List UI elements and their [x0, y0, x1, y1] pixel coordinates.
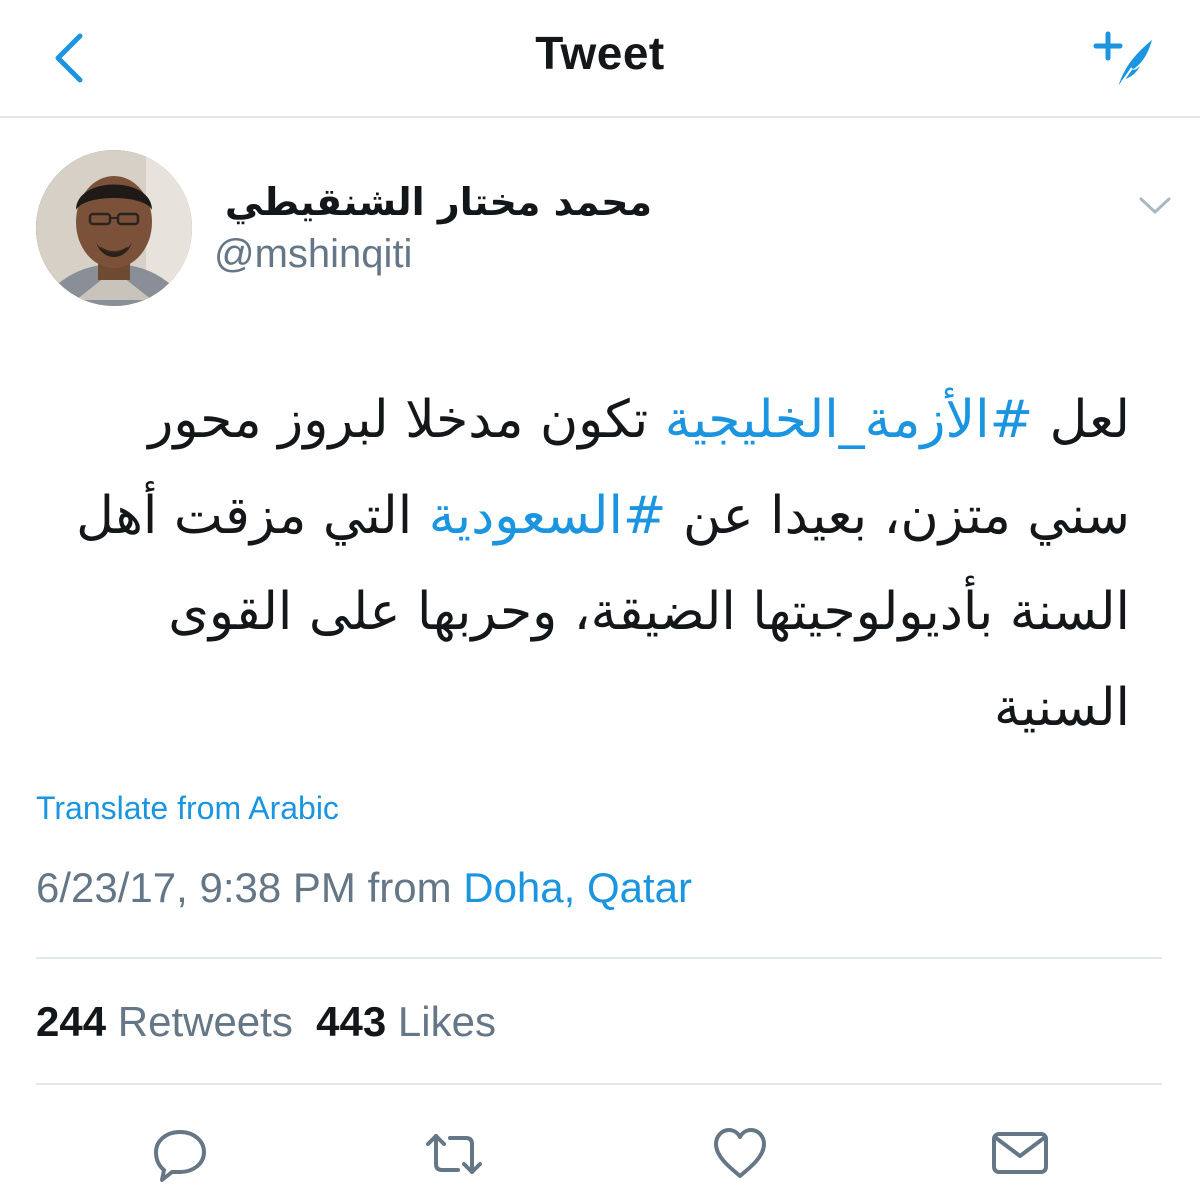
divider [36, 1083, 1162, 1085]
tweet-line: لعل #الأزمة_الخليجية تكون مدخلا لبروز مح… [36, 372, 1130, 468]
tweet-line: سني متزن، بعيدا عن #السعودية التي مزقت أ… [36, 468, 1130, 564]
retweets-label: Retweets [117, 998, 293, 1045]
from-label: from [367, 864, 452, 911]
avatar-portrait-icon [36, 150, 192, 306]
tweet-text-segment: السنية [994, 678, 1130, 738]
reply-icon[interactable] [150, 1124, 210, 1184]
translate-link[interactable]: Translate from Arabic [36, 790, 339, 827]
author-handle[interactable]: @mshinqiti [214, 232, 412, 277]
direct-message-icon[interactable] [990, 1124, 1050, 1184]
likes-stat[interactable]: 443 Likes [316, 998, 496, 1045]
hashtag-link[interactable]: #السعودية [429, 486, 667, 546]
tweet-text-segment: التي مزقت أهل [76, 486, 429, 546]
avatar[interactable] [36, 150, 192, 306]
tweet-detail-screen: Tweet محمد مختار الشنقيطي @mshinqiti لعل… [0, 0, 1200, 1200]
retweets-count: 244 [36, 998, 107, 1045]
likes-count: 443 [316, 998, 387, 1045]
retweet-icon[interactable] [424, 1124, 484, 1184]
tweet-text-segment: لعل [1033, 390, 1130, 450]
like-icon[interactable] [710, 1124, 770, 1184]
tweet-stats: 244 Retweets 443 Likes [36, 998, 496, 1046]
compose-tweet-icon[interactable] [1088, 20, 1168, 100]
author-name[interactable]: محمد مختار الشنقيطي [225, 180, 652, 224]
location-link[interactable]: Doha, Qatar [463, 864, 692, 911]
tweet-text: لعل #الأزمة_الخليجية تكون مدخلا لبروز مح… [36, 372, 1130, 756]
divider [36, 957, 1162, 959]
timestamp[interactable]: 6/23/17, 9:38 PM [36, 864, 356, 911]
likes-label: Likes [397, 998, 496, 1045]
retweets-stat[interactable]: 244 Retweets [36, 998, 293, 1045]
tweet-text-segment: تكون مدخلا لبروز محور [148, 390, 665, 450]
tweet-text-segment: سني متزن، بعيدا عن [666, 486, 1130, 546]
tweet-line: السنية [36, 660, 1130, 756]
nav-bar: Tweet [0, 0, 1200, 118]
page-title: Tweet [535, 27, 665, 79]
hashtag-link[interactable]: #الأزمة_الخليجية [665, 390, 1033, 450]
action-bar [0, 1116, 1200, 1186]
chevron-down-icon[interactable] [1138, 196, 1172, 216]
tweet-text-segment: السنة بأديولوجيتها الضيقة، وحربها على ال… [168, 582, 1130, 642]
tweet-meta: 6/23/17, 9:38 PM from Doha, Qatar [36, 864, 692, 912]
tweet-line: السنة بأديولوجيتها الضيقة، وحربها على ال… [36, 564, 1130, 660]
